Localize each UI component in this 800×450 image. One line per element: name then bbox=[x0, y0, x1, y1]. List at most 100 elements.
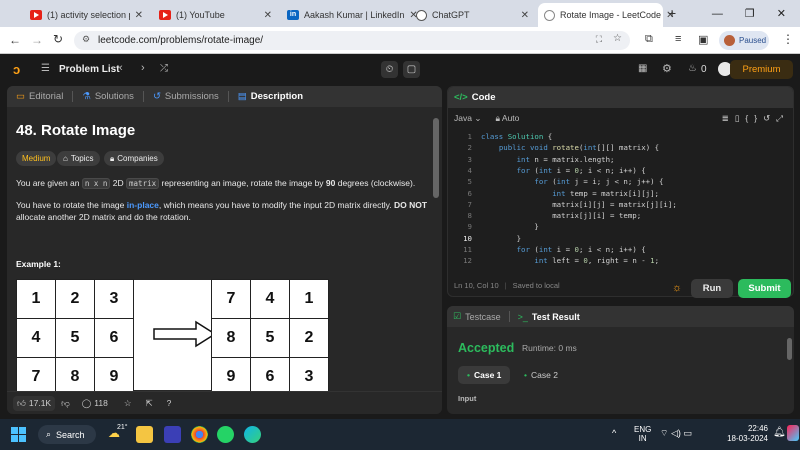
comments-button[interactable]: ◯ 118 bbox=[82, 398, 108, 409]
pass-dot-icon: • bbox=[524, 370, 527, 380]
tab-solutions[interactable]: ⚗ Solutions bbox=[77, 91, 139, 102]
copilot-icon[interactable] bbox=[787, 425, 799, 441]
chrome-icon[interactable] bbox=[191, 426, 208, 443]
notification-icon[interactable]: 🔔︎ bbox=[773, 427, 786, 438]
bookmark-star-icon[interactable]: ☆ bbox=[613, 33, 622, 44]
back-icon[interactable]: ← bbox=[9, 33, 21, 47]
case-1-tab[interactable]: • Case 1 bbox=[458, 366, 511, 384]
timer-icon[interactable]: ⏲ bbox=[381, 61, 398, 78]
next-problem-icon[interactable]: › bbox=[141, 62, 145, 74]
help-icon[interactable]: ? bbox=[167, 398, 172, 408]
line-number: 8 bbox=[467, 211, 472, 221]
browser-tab-5[interactable]: Rotate Image - LeetCode ✕ bbox=[538, 3, 674, 27]
browser-tab-1[interactable]: (1) activity selection prob ✕ bbox=[24, 3, 149, 27]
run-button[interactable]: Run bbox=[691, 279, 733, 298]
site-info-icon[interactable]: ⚙ bbox=[82, 34, 90, 45]
windows-taskbar: ⌕ Search ☁ 21° ^ ENG IN ⌔ ◁) ▭ 22:46 18-03-… bbox=[0, 419, 800, 450]
matrix-cell: 5 bbox=[56, 319, 94, 357]
forward-icon[interactable]: → bbox=[31, 33, 43, 47]
extensions-icon[interactable]: ⧉ bbox=[645, 33, 653, 46]
minimize-icon[interactable]: — bbox=[712, 8, 723, 20]
leetcode-logo-icon[interactable]: ↄ bbox=[13, 62, 20, 77]
share-icon[interactable]: ⇱ bbox=[145, 398, 152, 409]
favorite-star-icon[interactable]: ☆ bbox=[124, 398, 132, 409]
notes-icon[interactable]: ▢ bbox=[403, 61, 420, 78]
scrollbar-thumb[interactable] bbox=[433, 118, 439, 198]
tray-chevron-icon[interactable]: ^ bbox=[612, 428, 616, 438]
code-line: matrix[i][j] = matrix[j][i]; bbox=[481, 199, 677, 209]
browser-tab-2[interactable]: (1) YouTube ✕ bbox=[153, 3, 278, 27]
browser-tab-4[interactable]: ChatGPT ✕ bbox=[410, 3, 535, 27]
line-number: 11 bbox=[463, 245, 472, 254]
settings-gear-icon[interactable]: ⚙ bbox=[662, 62, 672, 75]
windows-start-icon[interactable] bbox=[11, 427, 26, 442]
clock[interactable]: 22:46 18-03-2024 bbox=[708, 424, 768, 444]
description-panel: ▭ Editorial ⚗ Solutions ↺ Submissions ▤ Desc… bbox=[7, 86, 442, 414]
reset-icon[interactable]: ↺ bbox=[763, 113, 776, 123]
reload-icon[interactable]: ↻ bbox=[53, 32, 63, 46]
layout-icon[interactable]: ▦ bbox=[638, 63, 647, 74]
new-tab-button[interactable]: + bbox=[668, 5, 676, 21]
companies-tag[interactable]: 🔒︎ Companies bbox=[104, 151, 164, 166]
braces-icon[interactable]: {} bbox=[745, 113, 763, 123]
format-icon[interactable]: ≣ bbox=[722, 113, 735, 123]
maximize-icon[interactable]: ❐ bbox=[745, 7, 755, 20]
code-toolbar: Java ⌄ 🔒︎ Auto ≣▯{}↺⤢ bbox=[448, 110, 793, 127]
whatsapp-icon[interactable] bbox=[217, 426, 234, 443]
mode-select[interactable]: 🔒︎ Auto bbox=[495, 113, 519, 124]
topics-tag[interactable]: ⌂ Topics bbox=[57, 151, 100, 166]
in-place-link[interactable]: in-place bbox=[127, 200, 159, 210]
code-line: for (int j = i; j < n; j++) { bbox=[534, 177, 664, 187]
language-indicator[interactable]: ENG IN bbox=[634, 425, 651, 443]
language-select[interactable]: Java ⌄ bbox=[454, 113, 481, 124]
thumbs-down-icon: 👎︎ bbox=[61, 397, 70, 408]
example-figure: 1 2 3 4 5 6 7 8 9 7 4 1 8 5 2 9 6 3 bbox=[16, 279, 329, 397]
profile-paused-button[interactable]: Paused bbox=[719, 31, 769, 50]
like-button[interactable]: 👍︎ 17.1K bbox=[13, 395, 56, 411]
submit-button[interactable]: Submit bbox=[738, 279, 791, 298]
tab-editorial[interactable]: ▭ Editorial bbox=[11, 91, 68, 102]
browser-tab-3[interactable]: in Aakash Kumar | LinkedIn ✕ bbox=[281, 3, 418, 27]
tab-label: Rotate Image - LeetCode bbox=[560, 10, 662, 20]
prev-problem-icon[interactable]: ‹ bbox=[119, 62, 123, 74]
reading-list-icon[interactable]: ≡ bbox=[675, 33, 681, 45]
comment-icon: ◯ bbox=[81, 397, 92, 408]
close-tab-icon[interactable]: ✕ bbox=[264, 10, 272, 21]
test-panel-tabs: ☑ Testcase >_ Test Result bbox=[447, 306, 794, 327]
shuffle-icon[interactable]: ⤮ bbox=[160, 63, 168, 74]
debug-icon[interactable]: ☼ bbox=[672, 282, 682, 294]
scrollbar-thumb[interactable] bbox=[787, 338, 792, 360]
file-explorer-icon[interactable] bbox=[136, 426, 153, 443]
url-field[interactable]: ⚙ leetcode.com/problems/rotate-image/ ⛶ … bbox=[74, 31, 630, 50]
case-2-tab[interactable]: • Case 2 bbox=[515, 366, 567, 384]
lang-code: ENG bbox=[634, 425, 652, 434]
taskbar-search[interactable]: ⌕ Search bbox=[38, 425, 96, 444]
fullscreen-icon[interactable]: ⤢ bbox=[776, 113, 789, 123]
streak-fire-icon[interactable]: ♨ bbox=[688, 63, 697, 74]
line-number: 6 bbox=[467, 188, 472, 198]
edge-icon[interactable] bbox=[244, 426, 261, 443]
search-label: Search bbox=[56, 429, 85, 440]
code-editor[interactable]: 1 class Solution {2 public void rotate(in… bbox=[448, 131, 793, 271]
sidepanel-icon[interactable]: ▣ bbox=[698, 33, 708, 46]
tab-test-result[interactable]: Test Result bbox=[532, 312, 580, 322]
bookmark-icon[interactable]: ▯ bbox=[735, 113, 746, 123]
problem-list-link[interactable]: Problem List bbox=[59, 64, 120, 75]
close-tab-icon[interactable]: ✕ bbox=[135, 10, 143, 21]
topics-label: Topics bbox=[70, 154, 94, 163]
dislike-button[interactable]: 👎︎ bbox=[61, 398, 70, 409]
tab-description[interactable]: ▤ Description bbox=[233, 91, 308, 102]
network-volume-battery-icons[interactable]: ⌔ ◁) ▭ bbox=[660, 428, 692, 439]
premium-button[interactable]: Premium bbox=[730, 60, 793, 79]
close-tab-icon[interactable]: ✕ bbox=[521, 10, 529, 21]
more-menu-icon[interactable]: ⋮ bbox=[782, 32, 794, 46]
close-window-icon[interactable]: ✕ bbox=[777, 7, 786, 20]
description-scrollbar[interactable] bbox=[432, 108, 440, 393]
address-bar-row: ← → ↻ ⚙ leetcode.com/problems/rotate-ima… bbox=[0, 27, 800, 54]
test-scrollbar[interactable] bbox=[787, 338, 792, 408]
tab-submissions[interactable]: ↺ Submissions bbox=[148, 91, 224, 102]
intellij-icon[interactable] bbox=[164, 426, 181, 443]
youtube-icon bbox=[159, 10, 171, 20]
translate-icon[interactable]: ⛶ bbox=[596, 34, 602, 45]
tab-testcase[interactable]: Testcase bbox=[465, 312, 501, 322]
